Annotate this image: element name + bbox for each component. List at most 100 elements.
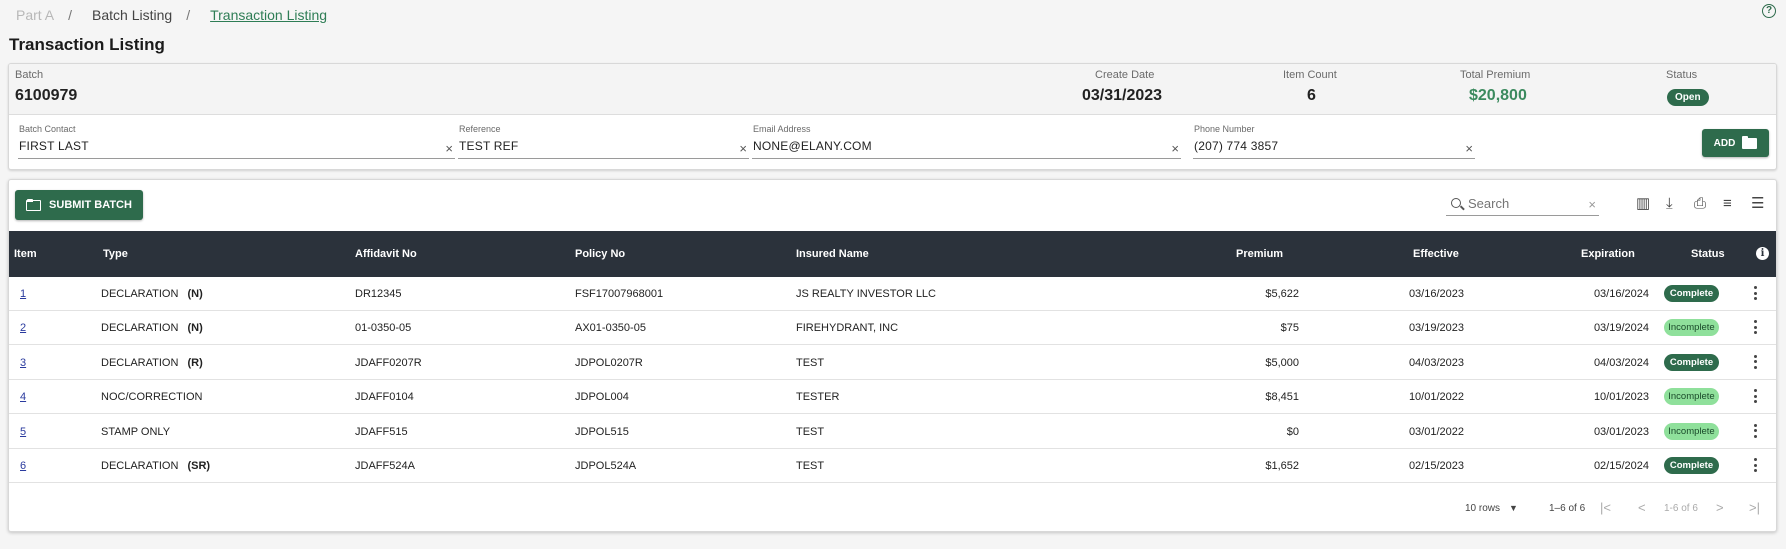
item-link[interactable]: 5 [20, 426, 26, 438]
table-row[interactable]: 5 STAMP ONLY JDAFF515 JDPOL515 TEST $0 03/01/… [9, 415, 1776, 449]
item-link[interactable]: 2 [20, 322, 26, 334]
batch-contact-label: Batch Contact [19, 124, 76, 134]
insured-cell: TEST [796, 425, 825, 438]
more-options-icon[interactable] [1753, 423, 1757, 438]
item-link[interactable]: 6 [20, 460, 26, 472]
clear-search-icon[interactable]: × [1588, 197, 1596, 212]
breadcrumb-batch-listing[interactable]: Batch Listing [92, 7, 172, 23]
premium-cell: $5,622 [1265, 288, 1299, 300]
next-page-icon[interactable]: > [1716, 500, 1724, 515]
affidavit-cell: JDAFF0104 [355, 391, 414, 404]
reference-field[interactable]: Reference TEST REF × [458, 122, 749, 159]
insured-cell: JS REALTY INVESTOR LLC [796, 288, 936, 300]
search-input[interactable] [1468, 196, 1578, 211]
column-header-policy[interactable]: Policy No [575, 248, 625, 260]
premium-cell: $8,451 [1265, 391, 1299, 404]
reference-label: Reference [459, 124, 501, 134]
type-code: (SR) [187, 460, 211, 472]
density-icon[interactable]: ☰ [1751, 196, 1764, 211]
item-link[interactable]: 4 [20, 391, 26, 403]
table-row[interactable]: 3 DECLARATION (R) JDAFF0207R JDPOL0207R TEST… [9, 346, 1776, 380]
expiration-cell: 03/01/2023 [1593, 425, 1649, 438]
effective-cell: 02/15/2023 [1408, 460, 1464, 472]
type-text: DECLARATION [101, 356, 179, 369]
create-date-label: Create Date [1095, 69, 1155, 81]
batch-number: 6100979 [15, 87, 78, 104]
type-text: STAMP ONLY [101, 425, 171, 438]
column-header-status[interactable]: Status [1691, 248, 1725, 260]
batch-summary-header: Batch 6100979 Create Date 03/31/2023 Ite… [9, 64, 1776, 115]
policy-cell: JDPOL524A [575, 460, 637, 472]
help-icon[interactable]: ? [1762, 4, 1776, 18]
add-button[interactable]: ADD [1702, 129, 1769, 157]
expiration-cell: 03/19/2024 [1593, 322, 1649, 335]
breadcrumb-transaction-listing[interactable]: Transaction Listing [210, 7, 327, 23]
premium-cell: $0 [1286, 425, 1299, 438]
status-badge: Complete [1664, 285, 1719, 302]
submit-batch-button[interactable]: SUBMIT BATCH [15, 190, 143, 220]
item-link[interactable]: 1 [20, 288, 26, 300]
download-icon[interactable]: ⤓ [1666, 196, 1673, 211]
pagination-range: 1–6 of 6 [1549, 503, 1586, 514]
table-row[interactable]: 1 DECLARATION (N) DR12345 FSF17007968001 JS … [9, 277, 1776, 311]
page-title: Transaction Listing [9, 35, 165, 54]
effective-cell: 04/03/2023 [1408, 356, 1464, 369]
type-text: DECLARATION [101, 460, 179, 472]
insured-cell: TESTER [796, 391, 840, 404]
status-badge: Complete [1664, 457, 1719, 474]
more-options-icon[interactable] [1753, 354, 1757, 369]
rows-per-page-select[interactable]: 10 rows [1465, 503, 1500, 514]
table-row[interactable]: 2 DECLARATION (N) 01-0350-05 AX01-0350-05 FI… [9, 311, 1776, 346]
breadcrumb-separator: / [186, 7, 191, 23]
type-cell: STAMP ONLY [101, 426, 176, 438]
clear-icon[interactable]: × [739, 141, 747, 156]
type-text: NOC/CORRECTION [101, 391, 203, 404]
breadcrumb-part-a[interactable]: Part A [16, 7, 54, 23]
status-badge: Incomplete [1664, 422, 1719, 440]
effective-cell: 03/19/2023 [1408, 322, 1464, 335]
more-options-icon[interactable] [1753, 458, 1757, 472]
submit-batch-label: SUBMIT BATCH [49, 199, 132, 211]
folder-upload-icon [26, 198, 42, 211]
column-header-premium[interactable]: Premium [1236, 248, 1283, 260]
batch-contact-value[interactable]: FIRST LAST [19, 139, 89, 153]
last-page-icon[interactable]: >| [1749, 500, 1760, 515]
column-header-affidavit[interactable]: Affidavit No [355, 248, 417, 260]
first-page-icon[interactable]: |< [1600, 500, 1611, 515]
filter-icon[interactable]: ≡ [1723, 196, 1732, 211]
clear-icon[interactable]: × [1465, 141, 1473, 156]
info-icon[interactable]: i [1756, 247, 1769, 260]
email-value[interactable]: NONE@ELANY.COM [753, 139, 872, 153]
breadcrumb-separator: / [68, 7, 73, 23]
columns-icon[interactable]: ▥ [1636, 196, 1650, 211]
batch-summary-card: Batch 6100979 Create Date 03/31/2023 Ite… [8, 63, 1777, 170]
phone-field[interactable]: Phone Number (207) 774 3857 × [1193, 122, 1475, 159]
column-header-expiration[interactable]: Expiration [1581, 248, 1635, 260]
type-code: (N) [187, 288, 203, 300]
table-row[interactable]: 4 NOC/CORRECTION JDAFF0104 JDPOL004 TESTER $… [9, 380, 1776, 415]
premium-cell: $75 [1280, 322, 1299, 335]
column-header-item[interactable]: Item [14, 248, 37, 260]
insured-cell: TEST [796, 460, 825, 472]
column-header-effective[interactable]: Effective [1413, 248, 1459, 260]
phone-value[interactable]: (207) 774 3857 [1194, 139, 1278, 153]
more-options-icon[interactable] [1753, 320, 1757, 335]
item-link[interactable]: 3 [20, 357, 26, 369]
batch-contact-field[interactable]: Batch Contact FIRST LAST × [18, 122, 455, 159]
column-header-insured[interactable]: Insured Name [796, 248, 869, 260]
print-icon[interactable]: ⎙ [1694, 196, 1706, 211]
item-count-value: 6 [1307, 87, 1316, 104]
more-options-icon[interactable] [1753, 286, 1757, 300]
clear-icon[interactable]: × [445, 141, 453, 156]
email-field[interactable]: Email Address NONE@ELANY.COM × [752, 122, 1181, 159]
total-premium-label: Total Premium [1460, 69, 1531, 81]
more-options-icon[interactable] [1753, 389, 1757, 404]
search-field[interactable]: × [1446, 194, 1599, 216]
search-icon [1451, 198, 1461, 208]
chevron-down-icon[interactable]: ▼ [1509, 503, 1518, 513]
clear-icon[interactable]: × [1171, 141, 1179, 156]
reference-value[interactable]: TEST REF [459, 139, 518, 153]
column-header-type[interactable]: Type [103, 248, 128, 260]
table-row[interactable]: 6 DECLARATION (SR) JDAFF524A JDPOL524A TEST $… [9, 449, 1776, 483]
previous-page-icon[interactable]: < [1638, 500, 1646, 515]
